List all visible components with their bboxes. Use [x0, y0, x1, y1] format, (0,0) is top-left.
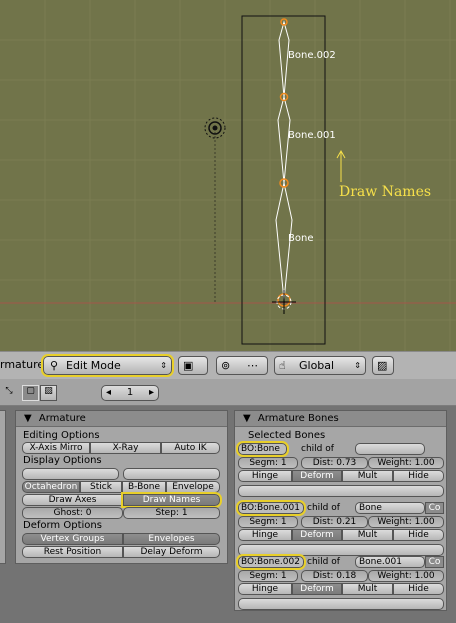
object-type-label: rmature: [0, 358, 45, 371]
hide-button[interactable]: Hide: [393, 470, 444, 482]
stick-button[interactable]: Stick: [80, 481, 122, 493]
armature-bones-title: Armature Bones: [257, 413, 339, 424]
step-field[interactable]: Step: 1: [123, 507, 220, 519]
draw-type-select[interactable]: ▣: [178, 356, 208, 375]
hide-button[interactable]: Hide: [393, 583, 444, 595]
deform-button[interactable]: Deform: [292, 529, 342, 541]
weight-field[interactable]: Weight: 1.00: [368, 457, 444, 469]
envelope-button[interactable]: Envelope: [166, 481, 220, 493]
bone-layer-buttons[interactable]: [238, 544, 444, 556]
envelopes-button[interactable]: Envelopes: [123, 533, 220, 545]
armature-bones-panel-header[interactable]: ▼ Armature Bones: [235, 411, 446, 427]
weight-field[interactable]: Weight: 1.00: [368, 570, 444, 582]
bone-name-field[interactable]: BO:Bone.002: [236, 554, 306, 570]
widget-icon: ⋯: [247, 359, 258, 372]
mode-select[interactable]: ⚲ Edit Mode ⇕: [41, 354, 174, 377]
collapse-triangle-icon: ▼: [243, 413, 251, 424]
bone-label-001: Bone.001: [288, 130, 336, 141]
parent-select[interactable]: Bone: [355, 502, 425, 514]
collapse-triangle-icon: ▼: [24, 413, 32, 424]
bone-label-bone: Bone: [288, 233, 314, 244]
chevron-right-icon: ▸: [148, 387, 154, 398]
bone-name-field[interactable]: BO:Bone: [236, 441, 289, 457]
draw-axes-button[interactable]: Draw Axes: [22, 494, 123, 506]
editing-options-label: Editing Options: [23, 430, 100, 441]
dist-field[interactable]: Dist: 0.18: [301, 570, 368, 582]
frame-counter[interactable]: ◂ 1 ▸: [101, 385, 159, 401]
hinge-button[interactable]: Hinge: [238, 529, 292, 541]
3d-cursor-icon: [272, 290, 296, 314]
chevron-down-icon: ⇕: [160, 361, 167, 370]
bbone-button[interactable]: B-Bone: [122, 481, 166, 493]
vertex-groups-button[interactable]: Vertex Groups: [22, 533, 123, 545]
segments-field[interactable]: Segm: 1: [238, 457, 298, 469]
segments-field[interactable]: Segm: 1: [238, 516, 298, 528]
chevron-down-icon: ⇕: [354, 361, 361, 370]
mult-button[interactable]: Mult: [342, 583, 393, 595]
orientation-label: Global: [299, 359, 335, 372]
orientation-select[interactable]: ☝ Global ⇕: [274, 356, 366, 375]
armature-panel: ▼ Armature Editing Options X-Axis Mirro …: [15, 410, 228, 564]
draw-names-button[interactable]: Draw Names: [121, 492, 222, 508]
mode-label: Edit Mode: [66, 359, 121, 372]
bone-name-field[interactable]: BO:Bone.001: [236, 500, 306, 516]
buttons-header: ⤡ ▢ ▨ ◂ 1 ▸: [0, 379, 456, 406]
child-of-label: child of: [301, 444, 334, 454]
mode-icon: ⚲: [50, 359, 59, 372]
selected-bones-label: Selected Bones: [248, 430, 326, 441]
child-of-label: child of: [307, 503, 340, 513]
viewport-canvas: [0, 0, 456, 351]
segments-field[interactable]: Segm: 1: [238, 570, 298, 582]
pivot-icon: ⊚: [221, 359, 231, 372]
hinge-button[interactable]: Hinge: [238, 583, 292, 595]
frame-number: 1: [126, 387, 134, 398]
hand-icon: ☝: [279, 359, 286, 372]
connected-button[interactable]: Co: [425, 556, 444, 568]
auto-ik-button[interactable]: Auto IK: [161, 442, 220, 454]
armature-bones-panel: ▼ Armature Bones Selected Bones BO:Bone …: [234, 410, 447, 611]
select-tool-icon[interactable]: ▢: [22, 385, 39, 401]
dist-field[interactable]: Dist: 0.21: [301, 516, 368, 528]
pivot-select[interactable]: ⊚ ⋯: [216, 356, 268, 375]
child-of-label: child of: [307, 557, 340, 567]
weight-field[interactable]: Weight: 1.00: [368, 516, 444, 528]
chevron-left-icon: ◂: [106, 387, 112, 398]
dist-field[interactable]: Dist: 0.73: [301, 457, 368, 469]
hidden-panel-stub: [0, 410, 6, 564]
parent-select[interactable]: [355, 443, 425, 455]
display-options-label: Display Options: [23, 455, 102, 466]
rest-position-button[interactable]: Rest Position: [22, 546, 123, 558]
mult-button[interactable]: Mult: [342, 470, 393, 482]
armature-panel-title: Armature: [38, 413, 86, 424]
layer-buttons-left[interactable]: [22, 468, 119, 480]
panels-area: ▼ Armature Editing Options X-Axis Mirro …: [0, 406, 456, 623]
deform-options-label: Deform Options: [23, 520, 102, 531]
parent-select[interactable]: Bone.001: [355, 556, 425, 568]
bone-tool-icon[interactable]: ⤡: [2, 386, 16, 400]
bone-layer-buttons[interactable]: [238, 598, 444, 610]
hide-button[interactable]: Hide: [393, 529, 444, 541]
annotation-draw-names: Draw Names: [339, 184, 432, 200]
mult-button[interactable]: Mult: [342, 529, 393, 541]
x-ray-button[interactable]: X-Ray: [90, 442, 161, 454]
deform-button[interactable]: Deform: [292, 583, 342, 595]
x-axis-mirror-button[interactable]: X-Axis Mirro: [22, 442, 90, 454]
viewport-header: rmature ⚲ Edit Mode ⇕ ▣ ⊚ ⋯ ☝ Global ⇕ ▨: [0, 351, 456, 379]
3d-viewport[interactable]: Bone.002 Bone.001 Bone Draw Names: [0, 0, 456, 351]
cube-icon: ▣: [183, 359, 194, 372]
deform-button[interactable]: Deform: [292, 470, 342, 482]
armature-panel-header[interactable]: ▼ Armature: [16, 411, 227, 427]
delay-deform-button[interactable]: Delay Deform: [123, 546, 220, 558]
render-preview-button[interactable]: ▨: [372, 356, 394, 375]
image-icon: ▨: [377, 359, 388, 372]
connected-button[interactable]: Co: [425, 502, 444, 514]
ghost-field[interactable]: Ghost: 0: [22, 507, 123, 519]
bone-layer-buttons[interactable]: [238, 485, 444, 497]
octahedron-button[interactable]: Octahedron: [22, 481, 80, 493]
image-tool-icon[interactable]: ▨: [40, 385, 57, 401]
layer-buttons-right[interactable]: [123, 468, 220, 480]
bone-label-002: Bone.002: [288, 50, 336, 61]
hinge-button[interactable]: Hinge: [238, 470, 292, 482]
